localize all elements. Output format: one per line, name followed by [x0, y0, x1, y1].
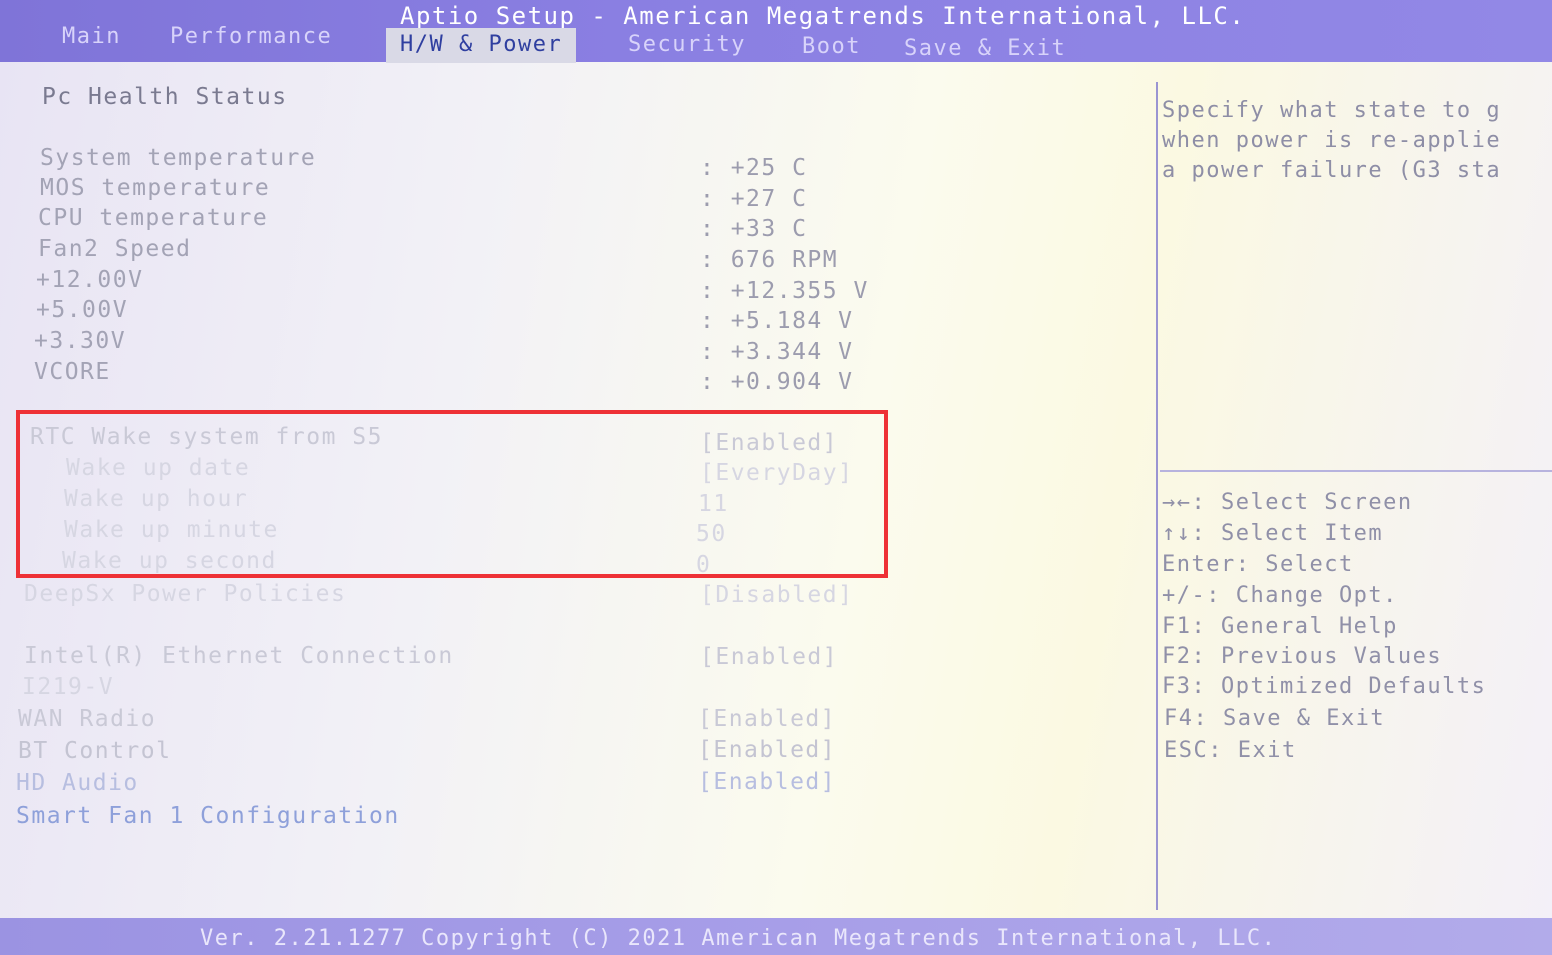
- reading-value-vcore: : +0.904 V: [700, 369, 854, 395]
- setting-deepsx-power-value[interactable]: [Disabled]: [700, 582, 853, 608]
- setting-deepsx-power[interactable]: DeepSx Power Policies: [24, 581, 346, 607]
- reading-value-cpu-temp: : +33 C: [700, 216, 808, 242]
- reading-label-12v: +12.00V: [36, 267, 144, 293]
- setting-ethernet-value[interactable]: [Enabled]: [700, 644, 838, 670]
- setting-hd-audio[interactable]: HD Audio: [16, 770, 139, 796]
- tab-security[interactable]: Security: [628, 32, 746, 57]
- help-divider: [1160, 470, 1552, 472]
- footer-copyright: Ver. 2.21.1277 Copyright (C) 2021 Americ…: [200, 926, 1277, 951]
- setting-wake-minute[interactable]: Wake up minute: [64, 517, 279, 543]
- setting-wake-second[interactable]: Wake up second: [62, 548, 277, 574]
- setting-ethernet-model: I219-V: [22, 674, 115, 700]
- key-help-esc: ESC: Exit: [1164, 738, 1297, 763]
- reading-label-3v3: +3.30V: [34, 328, 127, 354]
- key-help-f3: F3: Optimized Defaults: [1162, 674, 1487, 699]
- reading-label-system-temp: System temperature: [40, 145, 317, 171]
- reading-label-mos-temp: MOS temperature: [40, 175, 271, 201]
- key-help-select-item: ↑↓: Select Item: [1162, 521, 1384, 546]
- reading-label-vcore: VCORE: [34, 359, 111, 385]
- setting-wake-hour[interactable]: Wake up hour: [64, 486, 248, 512]
- setting-bt-control[interactable]: BT Control: [18, 738, 171, 764]
- key-help-enter: Enter: Select: [1162, 552, 1354, 577]
- tab-save-exit[interactable]: Save & Exit: [904, 36, 1066, 61]
- tab-main[interactable]: Main: [62, 24, 121, 49]
- setting-rtc-wake-value[interactable]: [Enabled]: [700, 430, 838, 456]
- setting-wan-radio-value[interactable]: [Enabled]: [698, 706, 836, 732]
- tab-performance[interactable]: Performance: [170, 24, 332, 49]
- reading-label-fan2-speed: Fan2 Speed: [38, 236, 192, 262]
- key-help-f4: F4: Save & Exit: [1164, 706, 1386, 731]
- help-text-line-3: a power failure (G3 sta: [1162, 158, 1502, 183]
- panel-divider: [1156, 82, 1158, 910]
- setting-wan-radio[interactable]: WAN Radio: [18, 706, 156, 732]
- key-help-f2: F2: Previous Values: [1162, 644, 1443, 669]
- reading-value-12v: : +12.355 V: [700, 278, 869, 304]
- app-title: Aptio Setup - American Megatrends Intern…: [400, 2, 1246, 30]
- reading-value-5v: : +5.184 V: [700, 308, 854, 334]
- key-help-change-opt: +/-: Change Opt.: [1162, 583, 1398, 608]
- setting-hd-audio-value[interactable]: [Enabled]: [698, 769, 836, 795]
- setting-smart-fan-config[interactable]: Smart Fan 1 Configuration: [16, 803, 400, 829]
- key-help-f1: F1: General Help: [1162, 614, 1398, 639]
- setting-ethernet[interactable]: Intel(R) Ethernet Connection: [24, 643, 454, 669]
- section-title: Pc Health Status: [42, 84, 288, 110]
- setting-rtc-wake[interactable]: RTC Wake system from S5: [30, 424, 383, 450]
- reading-label-5v: +5.00V: [36, 297, 129, 323]
- tab-boot[interactable]: Boot: [802, 34, 861, 59]
- reading-value-fan2-speed: : 676 RPM: [700, 247, 839, 273]
- tab-hw-power[interactable]: H/W & Power: [386, 28, 577, 63]
- reading-value-3v3: : +3.344 V: [700, 339, 854, 365]
- reading-label-cpu-temp: CPU temperature: [38, 205, 269, 231]
- setting-wake-hour-value[interactable]: 11: [698, 491, 729, 517]
- setting-wake-minute-value[interactable]: 50: [696, 521, 727, 547]
- title-bar: Aptio Setup - American Megatrends Intern…: [0, 0, 1552, 63]
- help-text-line-2: when power is re-applie: [1162, 128, 1502, 153]
- help-text-line-1: Specify what state to g: [1162, 98, 1502, 123]
- key-help-select-screen: →←: Select Screen: [1162, 490, 1413, 515]
- reading-value-mos-temp: : +27 C: [700, 186, 808, 212]
- reading-value-system-temp: : +25 C: [700, 155, 808, 181]
- setting-wake-second-value[interactable]: 0: [696, 552, 711, 578]
- footer-bar: Ver. 2.21.1277 Copyright (C) 2021 Americ…: [0, 918, 1552, 955]
- setting-bt-control-value[interactable]: [Enabled]: [698, 737, 836, 763]
- setting-wake-date[interactable]: Wake up date: [66, 455, 250, 481]
- setting-wake-date-value[interactable]: [EveryDay]: [700, 460, 853, 486]
